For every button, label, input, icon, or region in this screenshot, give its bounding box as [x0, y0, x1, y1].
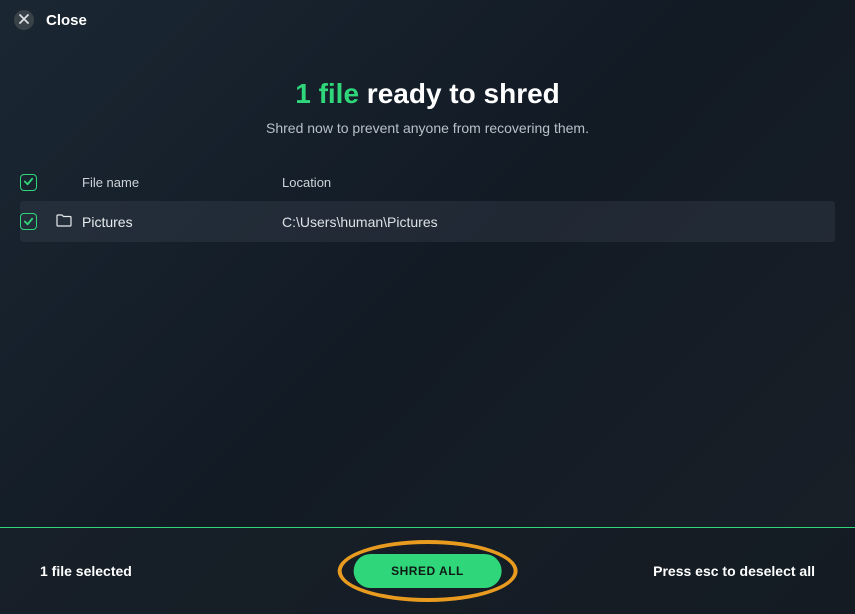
footer-bar: 1 file selected SHRED ALL Press esc to d…: [0, 528, 855, 614]
column-header-name: File name: [82, 175, 282, 190]
select-all-checkbox[interactable]: [20, 174, 37, 191]
row-location: C:\Users\human\Pictures: [282, 214, 835, 230]
table-row[interactable]: Pictures C:\Users\human\Pictures: [20, 201, 835, 242]
shred-all-button[interactable]: SHRED ALL: [353, 554, 502, 588]
close-icon: [19, 11, 29, 29]
folder-icon: [56, 214, 72, 230]
table-header: File name Location: [20, 174, 835, 201]
row-filename: Pictures: [82, 214, 282, 230]
title-rest: ready to shred: [359, 78, 560, 109]
check-icon: [23, 214, 34, 230]
close-button[interactable]: [14, 10, 34, 30]
check-icon: [23, 175, 34, 190]
column-header-location: Location: [282, 175, 835, 190]
file-count: 1 file: [295, 78, 359, 109]
deselect-hint: Press esc to deselect all: [653, 563, 815, 579]
row-checkbox[interactable]: [20, 213, 37, 230]
page-title: 1 file ready to shred: [0, 78, 855, 110]
file-table: File name Location Pictures C:\Users\hum…: [20, 174, 835, 242]
selection-count: 1 file selected: [40, 563, 132, 579]
close-label: Close: [46, 12, 87, 29]
page-subtitle: Shred now to prevent anyone from recover…: [0, 120, 855, 136]
